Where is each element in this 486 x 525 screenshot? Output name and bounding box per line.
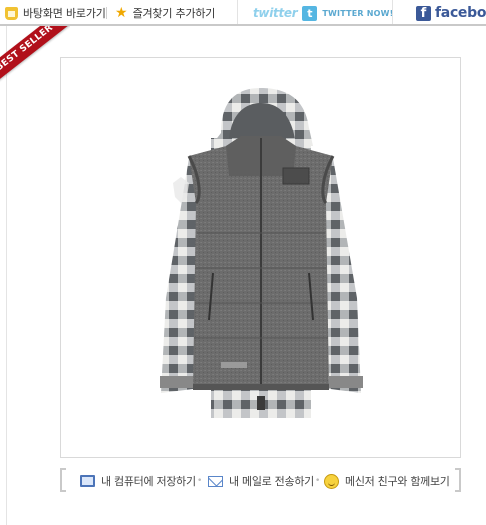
mail-icon	[208, 475, 223, 487]
product-image	[160, 88, 363, 418]
toolbar-divider	[106, 7, 107, 19]
send-email-label: 내 메일로 전송하기	[229, 475, 314, 488]
bookmark-link[interactable]: ★ 즐겨찾기 추가하기	[115, 5, 215, 21]
top-toolbar: 바탕화면 바로가기 ★ 즐겨찾기 추가하기 twitter t TWITTER …	[0, 0, 486, 26]
facebook-label: facebook	[435, 5, 486, 21]
messenger-share-button[interactable]: 메신저 친구와 함께보기	[324, 473, 450, 489]
send-email-button[interactable]: 내 메일로 전송하기	[208, 473, 314, 489]
twitter-icon: t	[302, 5, 318, 21]
messenger-label: 메신저 친구와 함께보기	[345, 475, 450, 488]
facebook-icon: f	[416, 5, 431, 21]
messenger-icon	[324, 473, 339, 489]
facebook-share-button[interactable]: f facebook	[416, 5, 486, 21]
product-image-frame	[60, 57, 461, 458]
bookmark-label: 즐겨찾기 추가하기	[132, 7, 216, 20]
twitter-button-label: TWITTER NOW!	[322, 8, 394, 18]
desktop-shortcut-label: 바탕화면 바로가기	[23, 7, 106, 20]
home-icon	[5, 6, 18, 20]
computer-icon	[80, 475, 95, 487]
save-to-pc-button[interactable]: 내 컴퓨터에 저장하기	[80, 473, 196, 489]
bracket-left	[60, 468, 66, 492]
bracket-right	[455, 468, 461, 492]
twitter-share-button[interactable]: twitter t TWITTER NOW!	[253, 5, 394, 21]
star-icon: ★	[115, 4, 128, 21]
save-to-pc-label: 내 컴퓨터에 저장하기	[101, 475, 196, 488]
toolbar-divider	[392, 0, 393, 24]
image-actions-bar: 내 컴퓨터에 저장하기 • 내 메일로 전송하기 • 메신저 친구와 함께보기	[60, 468, 461, 494]
desktop-shortcut-link[interactable]: 바탕화면 바로가기	[5, 5, 106, 21]
toolbar-divider	[237, 0, 238, 24]
action-separator: •	[197, 476, 203, 486]
page-edge	[6, 26, 7, 525]
twitter-wordmark: twitter	[253, 6, 298, 20]
